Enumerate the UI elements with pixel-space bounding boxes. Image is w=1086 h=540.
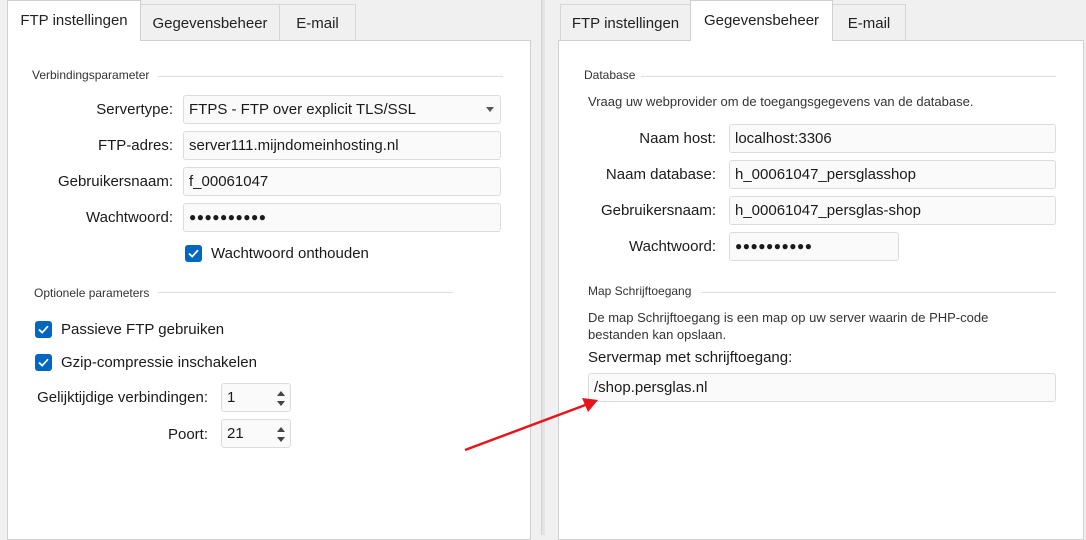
group-divider: [158, 76, 503, 77]
group-divider: [641, 76, 1056, 77]
tab-data-management[interactable]: Gegevensbeheer: [140, 4, 280, 41]
db-host-label: Naam host:: [639, 130, 716, 147]
db-host-input[interactable]: localhost:3306: [729, 124, 1056, 153]
passive-ftp-label[interactable]: Passieve FTP gebruiken: [61, 321, 224, 338]
tab-data-management[interactable]: Gegevensbeheer: [690, 0, 833, 41]
tab-email[interactable]: E-mail: [279, 4, 356, 41]
remember-password-checkbox[interactable]: [185, 245, 202, 262]
spin-down-icon[interactable]: [277, 401, 285, 406]
left-settings-pane: FTP instellingen Gegevensbeheer E-mail V…: [0, 0, 545, 540]
port-stepper[interactable]: 21: [221, 419, 291, 448]
spin-up-icon[interactable]: [277, 427, 285, 432]
remember-password-label[interactable]: Wachtwoord onthouden: [211, 245, 369, 262]
write-folder-label: Servermap met schrijftoegang:: [588, 349, 793, 366]
gzip-label[interactable]: Gzip-compressie inschakelen: [61, 354, 257, 371]
checkmark-icon: [38, 358, 49, 367]
passive-ftp-checkbox[interactable]: [35, 321, 52, 338]
db-password-input[interactable]: ●●●●●●●●●●: [729, 232, 899, 261]
spin-down-icon[interactable]: [277, 437, 285, 442]
database-info-text: Vraag uw webprovider om de toegangsgegev…: [588, 94, 974, 109]
concurrent-connections-stepper[interactable]: 1: [221, 383, 291, 412]
concurrent-connections-label: Gelijktijdige verbindingen:: [37, 389, 208, 406]
write-access-info-text: De map Schrijftoegang is een map op uw s…: [588, 310, 989, 342]
db-password-label: Wachtwoord:: [629, 238, 716, 255]
db-name-input[interactable]: h_00061047_persglasshop: [729, 160, 1056, 189]
spin-up-icon[interactable]: [277, 391, 285, 396]
gzip-checkbox[interactable]: [35, 354, 52, 371]
tab-ftp-settings[interactable]: FTP instellingen: [560, 4, 691, 41]
db-username-label: Gebruikersnaam:: [600, 202, 716, 219]
database-group-title: Database: [584, 68, 636, 82]
ftp-address-label: FTP-adres:: [97, 137, 173, 154]
right-settings-pane: FTP instellingen Gegevensbeheer E-mail D…: [545, 0, 1086, 540]
write-access-group-title: Map Schrijftoegang: [588, 284, 692, 298]
port-value: 21: [227, 425, 244, 442]
servertype-label: Servertype:: [96, 101, 173, 118]
checkmark-icon: [188, 249, 199, 258]
servertype-select[interactable]: FTPS - FTP over explicit TLS/SSL: [183, 95, 501, 124]
checkmark-icon: [38, 325, 49, 334]
group-divider: [701, 292, 1056, 293]
data-management-panel: Database Vraag uw webprovider om de toeg…: [558, 40, 1084, 540]
concurrent-connections-value: 1: [227, 389, 236, 406]
ftp-password-label: Wachtwoord:: [86, 209, 173, 226]
connection-group-title: Verbindingsparameter: [32, 68, 150, 82]
chevron-down-icon: [486, 107, 494, 112]
servertype-value: FTPS - FTP over explicit TLS/SSL: [189, 101, 417, 118]
tab-ftp-settings[interactable]: FTP instellingen: [7, 0, 141, 41]
ftp-address-input[interactable]: server111.mijndomeinhosting.nl: [183, 131, 501, 160]
ftp-username-input[interactable]: f_00061047: [183, 167, 501, 196]
optional-group-title: Optionele parameters: [34, 286, 150, 300]
write-folder-input[interactable]: /shop.persglas.nl: [588, 373, 1056, 402]
ftp-username-label: Gebruikersnaam:: [57, 173, 173, 190]
db-name-label: Naam database:: [605, 166, 716, 183]
ftp-settings-panel: Verbindingsparameter Servertype: FTPS - …: [7, 40, 531, 540]
tab-email[interactable]: E-mail: [832, 4, 906, 41]
ftp-password-input[interactable]: ●●●●●●●●●●: [183, 203, 501, 232]
port-label: Poort:: [167, 426, 208, 443]
db-username-input[interactable]: h_00061047_persglas-shop: [729, 196, 1056, 225]
group-divider: [158, 292, 453, 293]
